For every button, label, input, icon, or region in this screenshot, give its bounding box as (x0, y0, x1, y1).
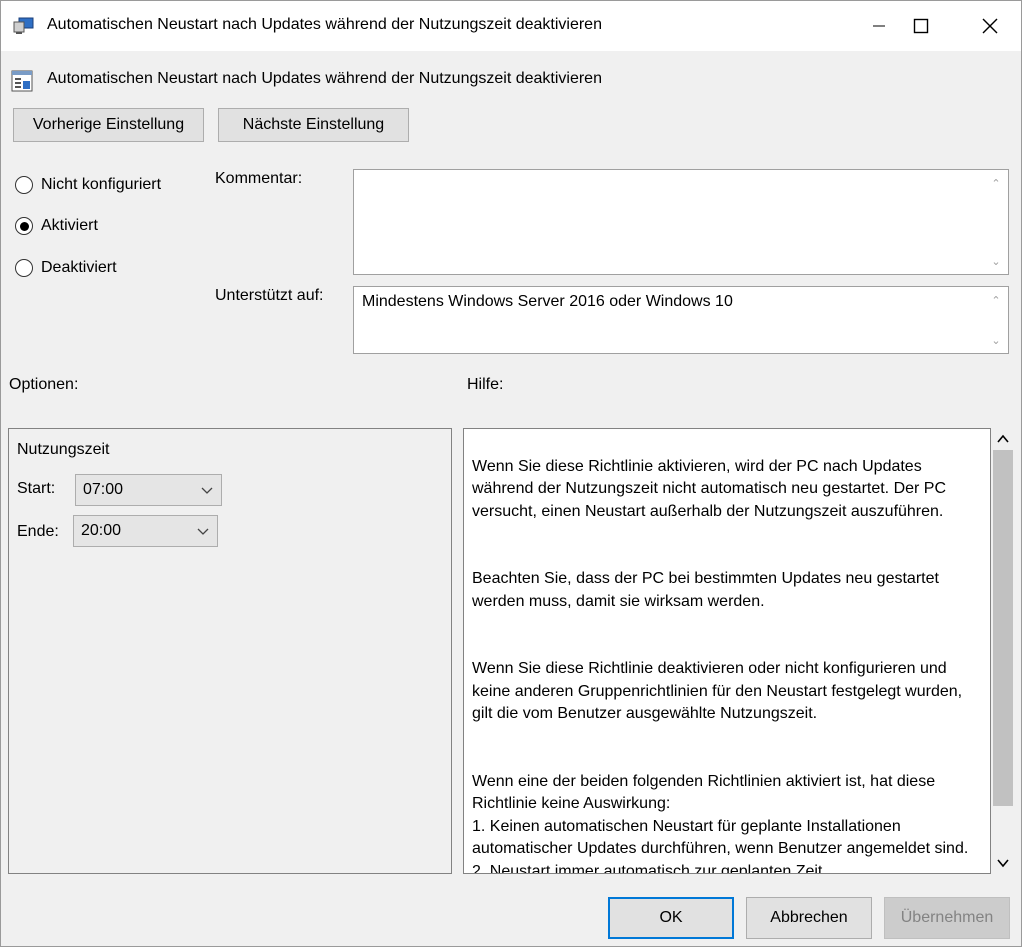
end-time-value: 20:00 (81, 522, 122, 539)
scroll-up-icon[interactable]: ⌃ (990, 295, 1002, 307)
close-icon (982, 18, 998, 34)
radio-circle (15, 217, 33, 235)
next-setting-button[interactable]: Nächste Einstellung (218, 108, 409, 142)
scroll-up-icon[interactable] (995, 431, 1011, 447)
help-paragraph: Wenn eine der beiden folgenden Richtlini… (472, 772, 969, 874)
scroll-down-icon[interactable]: ⌄ (990, 256, 1002, 268)
end-label: Ende: (17, 523, 59, 540)
supported-on-value: Mindestens Windows Server 2016 oder Wind… (362, 293, 733, 310)
help-paragraph: Beachten Sie, dass der PC bei bestimmten… (472, 570, 939, 610)
ok-button[interactable]: OK (608, 897, 734, 939)
minimize-button[interactable] (856, 9, 902, 43)
window-title: Automatischen Neustart nach Updates währ… (47, 16, 602, 33)
chevron-down-icon (201, 487, 213, 494)
start-time-select[interactable]: 07:00 (75, 474, 222, 506)
help-panel[interactable]: Wenn Sie diese Richtlinie aktivieren, wi… (463, 428, 991, 874)
radio-circle (15, 259, 33, 277)
supported-on-field[interactable]: Mindestens Windows Server 2016 oder Wind… (353, 286, 1009, 354)
previous-setting-button[interactable]: Vorherige Einstellung (13, 108, 204, 142)
radio-enabled[interactable]: Aktiviert (15, 217, 98, 235)
help-text: Wenn Sie diese Richtlinie aktivieren, wi… (472, 433, 982, 874)
policy-dialog: Automatischen Neustart nach Updates währ… (0, 0, 1022, 947)
help-paragraph: Wenn Sie diese Richtlinie aktivieren, wi… (472, 457, 947, 520)
start-time-value: 07:00 (83, 481, 124, 498)
group-policy-icon (13, 17, 34, 34)
minimize-icon (873, 25, 885, 27)
cancel-button[interactable]: Abbrechen (746, 897, 872, 939)
radio-label: Aktiviert (41, 217, 98, 234)
policy-setting-icon (11, 70, 33, 92)
end-time-select[interactable]: 20:00 (73, 515, 218, 547)
scrollbar-thumb[interactable] (993, 450, 1013, 806)
options-panel: Nutzungszeit Start: 07:00 Ende: 20:00 (8, 428, 452, 874)
radio-not-configured[interactable]: Nicht konfiguriert (15, 176, 161, 194)
comment-label: Kommentar: (215, 170, 303, 187)
start-label: Start: (17, 480, 56, 497)
radio-circle (15, 176, 33, 194)
maximize-icon (913, 18, 929, 34)
policy-title: Automatischen Neustart nach Updates währ… (47, 70, 602, 87)
radio-label: Deaktiviert (41, 259, 117, 276)
radio-label: Nicht konfiguriert (41, 176, 162, 193)
maximize-button[interactable] (898, 9, 944, 43)
comment-textarea[interactable]: ⌃ ⌄ (353, 169, 1009, 275)
help-scrollbar[interactable] (991, 428, 1015, 874)
scroll-down-icon[interactable] (995, 855, 1011, 871)
scroll-down-icon[interactable]: ⌄ (990, 335, 1002, 347)
help-paragraph: Wenn Sie diese Richtlinie deaktivieren o… (472, 660, 963, 722)
options-label: Optionen: (9, 376, 79, 393)
chevron-down-icon (197, 528, 209, 535)
title-bar: Automatischen Neustart nach Updates währ… (1, 1, 1021, 51)
supported-on-label: Unterstützt auf: (215, 287, 324, 304)
radio-disabled[interactable]: Deaktiviert (15, 259, 117, 277)
active-hours-title: Nutzungszeit (17, 441, 110, 458)
radio-selected-dot (19, 221, 29, 231)
close-button[interactable] (967, 9, 1013, 43)
apply-button: Übernehmen (884, 897, 1010, 939)
help-label: Hilfe: (467, 376, 504, 393)
scroll-up-icon[interactable]: ⌃ (990, 178, 1002, 190)
